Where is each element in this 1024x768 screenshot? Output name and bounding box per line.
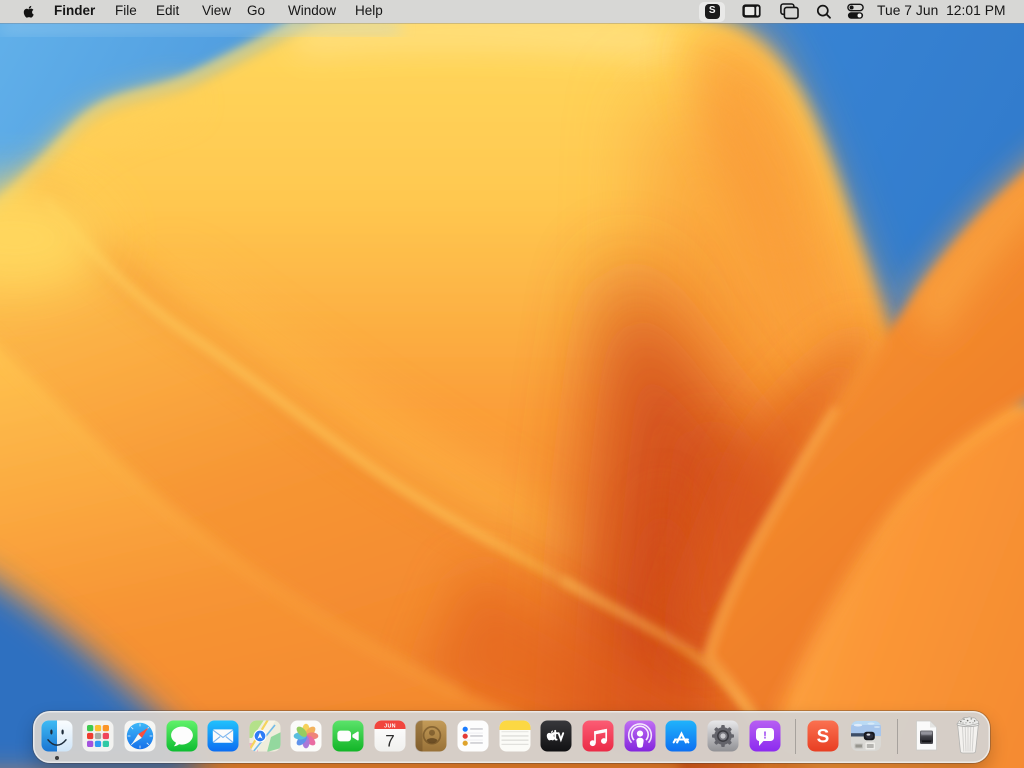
svg-text:7: 7 [385, 732, 394, 751]
svg-text:S: S [817, 727, 830, 748]
svg-text:JUN: JUN [384, 723, 396, 729]
svg-text:!: ! [763, 729, 767, 741]
